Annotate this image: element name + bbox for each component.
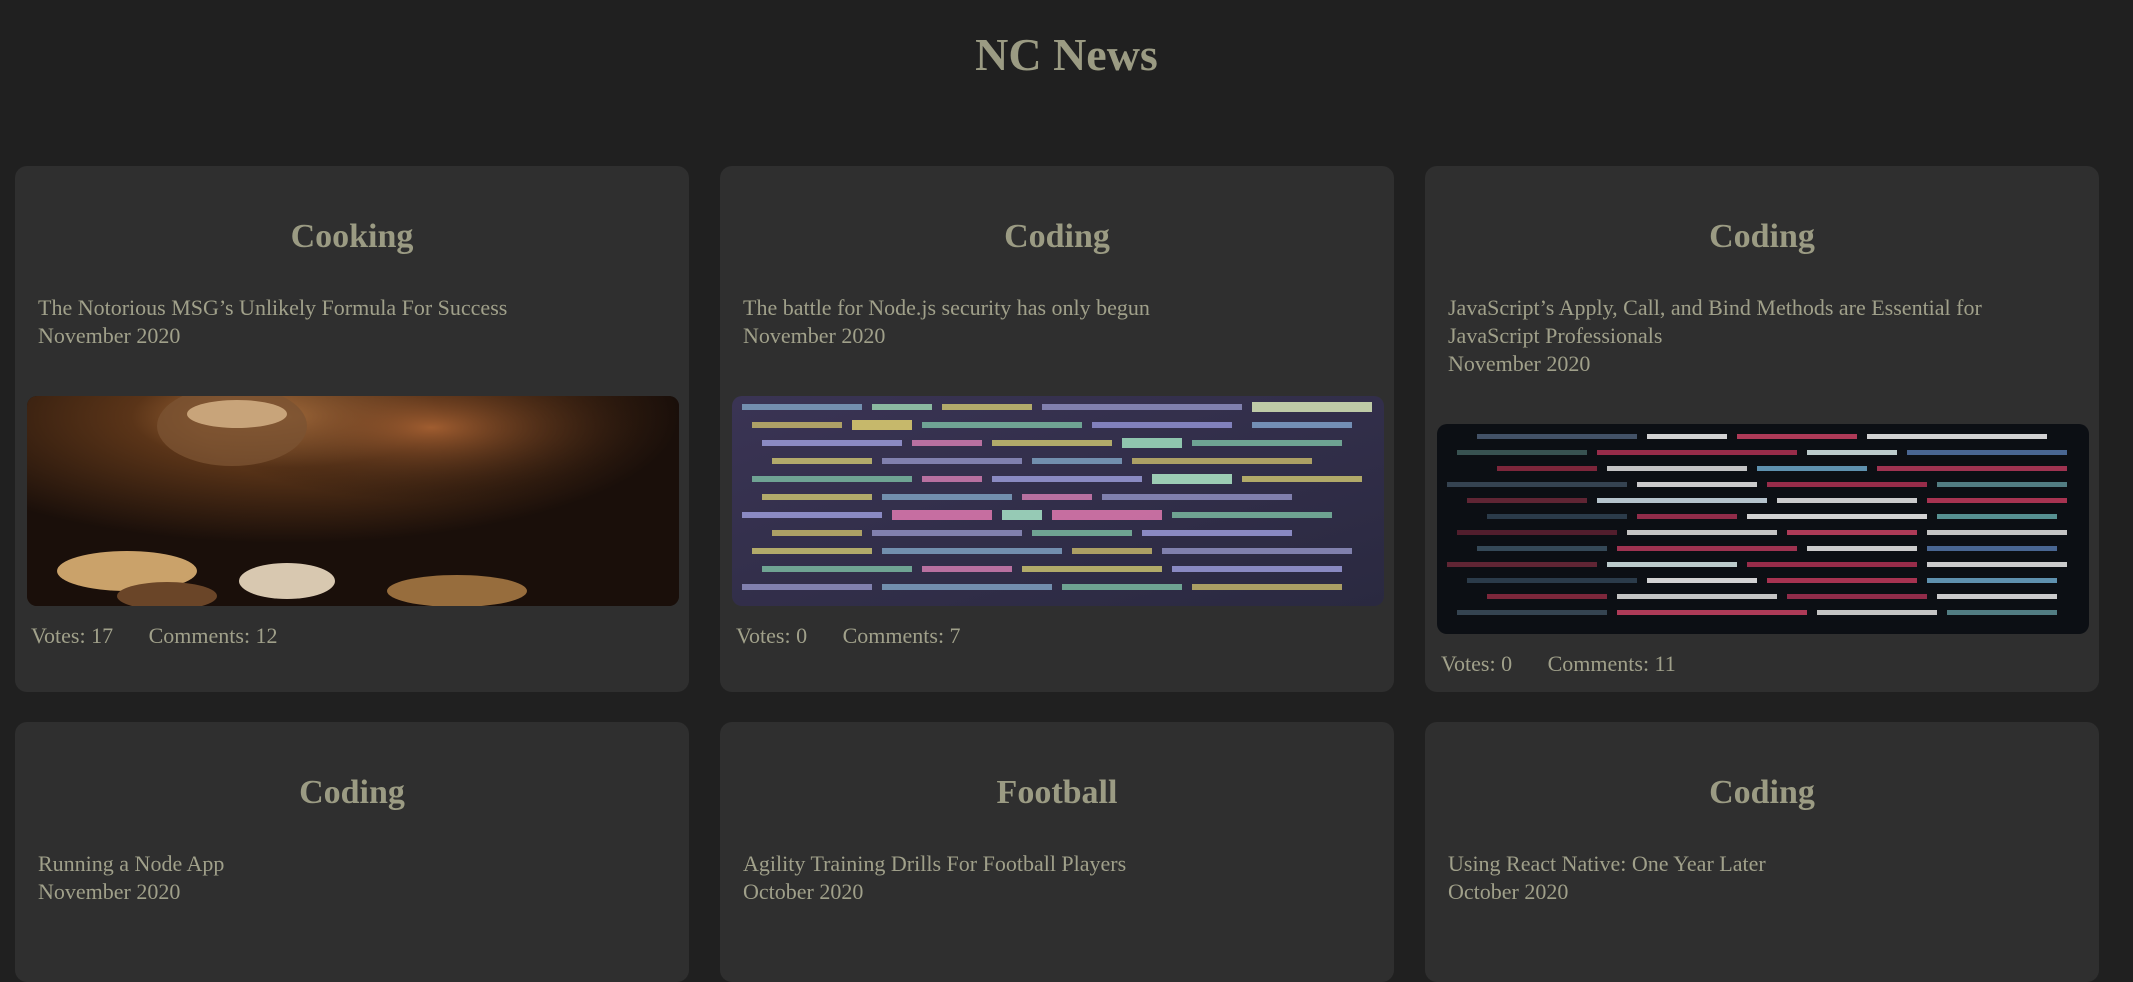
votes-count: Votes: 0 — [1441, 651, 1513, 676]
article-date: October 2020 — [743, 879, 864, 904]
votes-count: Votes: 0 — [736, 623, 808, 648]
article-card[interactable]: Coding Running a Node App November 2020 — [15, 722, 689, 982]
article-date: November 2020 — [743, 323, 886, 348]
comments-count[interactable]: Comments: 7 — [843, 623, 961, 648]
article-title[interactable]: Agility Training Drills For Football Pla… — [743, 850, 1354, 878]
article-image[interactable] — [732, 396, 1384, 606]
article-date: October 2020 — [1448, 879, 1569, 904]
comments-count[interactable]: Comments: 11 — [1548, 651, 1676, 676]
article-topic: Cooking — [290, 218, 414, 255]
article-card[interactable]: Football Agility Training Drills For Foo… — [720, 722, 1394, 982]
article-image[interactable] — [1437, 424, 2089, 634]
article-image[interactable] — [27, 396, 679, 606]
votes-count: Votes: 17 — [31, 623, 114, 648]
article-topic: Football — [996, 774, 1118, 811]
article-topic: Coding — [1004, 218, 1110, 255]
article-date: November 2020 — [38, 323, 181, 348]
article-card[interactable]: Coding Using React Native: One Year Late… — [1425, 722, 2099, 982]
comments-count[interactable]: Comments: 12 — [149, 623, 278, 648]
article-card[interactable]: Coding The battle for Node.js security h… — [720, 166, 1394, 692]
article-card[interactable]: Cooking The Notorious MSG’s Unlikely For… — [15, 166, 689, 692]
article-date: November 2020 — [38, 879, 181, 904]
site-title: NC News — [975, 29, 1158, 80]
article-title[interactable]: The Notorious MSG’s Unlikely Formula For… — [38, 294, 649, 322]
article-title[interactable]: Running a Node App — [38, 850, 649, 878]
article-title[interactable]: The battle for Node.js security has only… — [743, 294, 1354, 322]
article-title[interactable]: JavaScript’s Apply, Call, and Bind Metho… — [1448, 294, 2059, 350]
article-date: November 2020 — [1448, 351, 1591, 376]
article-card[interactable]: Coding JavaScript’s Apply, Call, and Bin… — [1425, 166, 2099, 692]
article-topic: Coding — [1709, 218, 1815, 255]
article-title[interactable]: Using React Native: One Year Later — [1448, 850, 2059, 878]
article-topic: Coding — [1709, 774, 1815, 811]
article-topic: Coding — [299, 774, 405, 811]
